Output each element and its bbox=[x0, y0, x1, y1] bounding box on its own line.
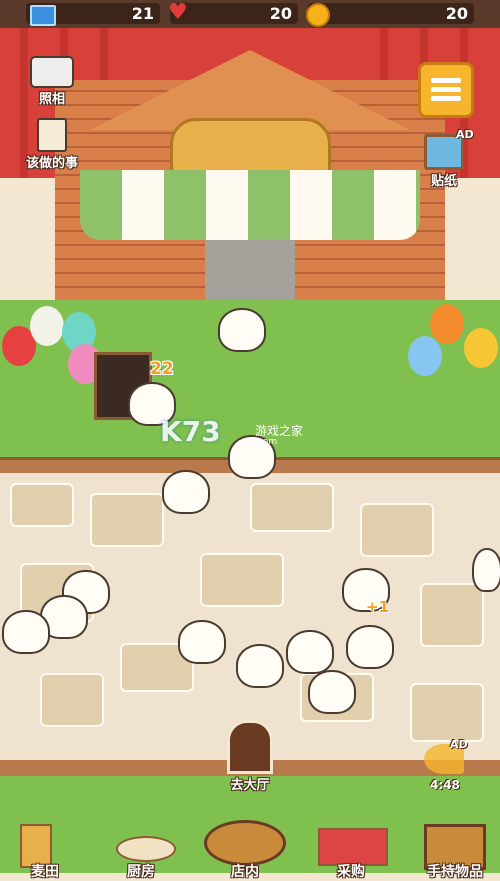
camera-icon bbox=[30, 56, 74, 88]
shop-sign bbox=[170, 118, 331, 174]
balloon-decoration bbox=[464, 328, 498, 368]
nav-kitchen-label: 厨房 bbox=[127, 864, 155, 880]
nav-purchase-label: 采购 bbox=[337, 864, 365, 880]
balloon-decoration bbox=[30, 306, 64, 346]
customer-creature[interactable] bbox=[218, 308, 266, 352]
customer-creature[interactable] bbox=[236, 644, 284, 688]
go-hall-label: 去大厅 bbox=[230, 778, 270, 793]
waiting-count: 22 bbox=[150, 359, 174, 379]
heart-counter: ♥ 20 bbox=[168, 0, 298, 25]
customer-creature[interactable] bbox=[286, 630, 334, 674]
watermark-url: .com bbox=[255, 437, 278, 447]
nav-purchase-button[interactable]: 采购 bbox=[306, 818, 396, 880]
photo-button[interactable]: 照相 bbox=[24, 56, 80, 107]
dough-icon bbox=[116, 836, 176, 862]
heart-count: 20 bbox=[269, 4, 292, 23]
customer-creature[interactable] bbox=[308, 670, 356, 714]
nav-field-button[interactable]: 麦田 bbox=[0, 818, 90, 880]
sticker-button[interactable]: 贴纸 AD bbox=[412, 128, 476, 189]
sticker-label: 贴纸 bbox=[430, 174, 457, 189]
ad-badge: AD bbox=[456, 128, 474, 141]
coin-counter: 20 bbox=[306, 3, 474, 27]
nav-shop-label: 店内 bbox=[231, 864, 259, 880]
nav-kitchen-button[interactable]: 厨房 bbox=[96, 818, 186, 880]
nav-inventory-label: 手持物品 bbox=[427, 864, 483, 880]
nav-shop-button[interactable]: 店内 bbox=[200, 818, 290, 880]
ad-badge: AD bbox=[450, 738, 468, 751]
coin-icon bbox=[306, 3, 330, 27]
todo-label: 该做的事 bbox=[25, 156, 78, 171]
ticket-counter: 21 bbox=[26, 3, 160, 26]
clipboard-icon bbox=[37, 118, 67, 152]
photo-label: 照相 bbox=[38, 92, 65, 107]
bread-basket-icon bbox=[204, 820, 286, 866]
balloon-decoration bbox=[430, 304, 464, 344]
coin-count: 20 bbox=[445, 4, 468, 23]
watermark-logo: K73 bbox=[160, 415, 221, 448]
nav-field-label: 麦田 bbox=[31, 864, 59, 880]
todo-button[interactable]: 该做的事 bbox=[16, 118, 88, 171]
menu-button[interactable] bbox=[418, 62, 474, 118]
ticket-icon bbox=[30, 5, 56, 26]
balloon-decoration bbox=[408, 336, 442, 376]
go-hall-button[interactable]: 去大厅 bbox=[215, 720, 285, 793]
customer-creature[interactable] bbox=[346, 625, 394, 669]
ad-timer: 4:48 bbox=[430, 778, 460, 792]
nav-inventory-button[interactable]: 手持物品 bbox=[410, 818, 500, 880]
customer-creature[interactable] bbox=[162, 470, 210, 514]
ticket-count: 21 bbox=[131, 4, 154, 23]
customer-creature[interactable] bbox=[472, 548, 500, 592]
customer-creature[interactable] bbox=[178, 620, 226, 664]
status-bar: 21 ♥ 20 20 bbox=[0, 0, 500, 30]
heart-icon: ♥ bbox=[168, 0, 188, 25]
shop-awning bbox=[80, 170, 420, 240]
coin-gain-text: +1 bbox=[366, 598, 390, 616]
hall-door-icon bbox=[227, 720, 273, 774]
customer-creature[interactable] bbox=[2, 610, 50, 654]
